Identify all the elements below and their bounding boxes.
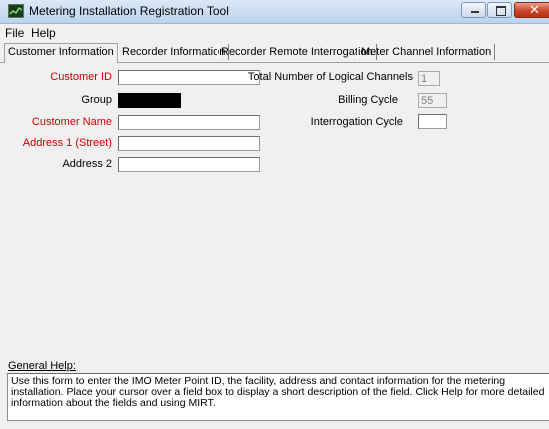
total-channels-label: Total Number of Logical Channels: [247, 71, 413, 83]
window-title: Metering Installation Registration Tool: [29, 4, 229, 18]
tab-meter-channel-information[interactable]: Meter Channel Information: [357, 44, 496, 60]
customer-id-label: Customer ID: [50, 71, 112, 83]
address1-label: Address 1 (Street): [22, 137, 112, 149]
customer-name-label: Customer Name: [31, 116, 112, 128]
title-bar[interactable]: Metering Installation Registration Tool …: [0, 0, 549, 24]
menu-help[interactable]: Help: [31, 26, 56, 40]
total-channels-field: [418, 71, 440, 86]
close-button[interactable]: ✕: [514, 2, 549, 18]
close-icon: ✕: [529, 2, 540, 17]
group-label: Group: [81, 94, 112, 106]
tab-recorder-information[interactable]: Recorder Information: [118, 44, 230, 60]
minimize-icon: [462, 3, 485, 17]
menu-bar: File Help: [0, 24, 549, 41]
interrogation-cycle-field[interactable]: [418, 114, 447, 129]
address2-label: Address 2: [62, 158, 112, 170]
tab-recorder-remote-interrogation[interactable]: Recorder Remote Interrogation: [217, 44, 377, 60]
tab-strip: Customer Information Recorder Informatio…: [0, 43, 549, 63]
general-help-label: General Help:: [8, 360, 76, 372]
menu-file[interactable]: File: [5, 26, 24, 40]
general-help-text: Use this form to enter the IMO Meter Poi…: [7, 373, 549, 421]
interrogation-cycle-label: Interrogation Cycle: [310, 116, 403, 128]
tab-customer-information[interactable]: Customer Information: [4, 43, 118, 63]
customer-id-field[interactable]: [118, 70, 260, 85]
minimize-button[interactable]: [461, 2, 486, 18]
billing-cycle-label: Billing Cycle: [338, 94, 398, 106]
maximize-button[interactable]: [487, 2, 512, 18]
billing-cycle-field: [418, 93, 447, 108]
address2-field[interactable]: [118, 157, 260, 172]
app-chart-icon: [8, 4, 24, 18]
maximize-icon: [488, 3, 511, 17]
group-field[interactable]: [118, 93, 181, 108]
customer-name-field[interactable]: [118, 115, 260, 130]
address1-field[interactable]: [118, 136, 260, 151]
